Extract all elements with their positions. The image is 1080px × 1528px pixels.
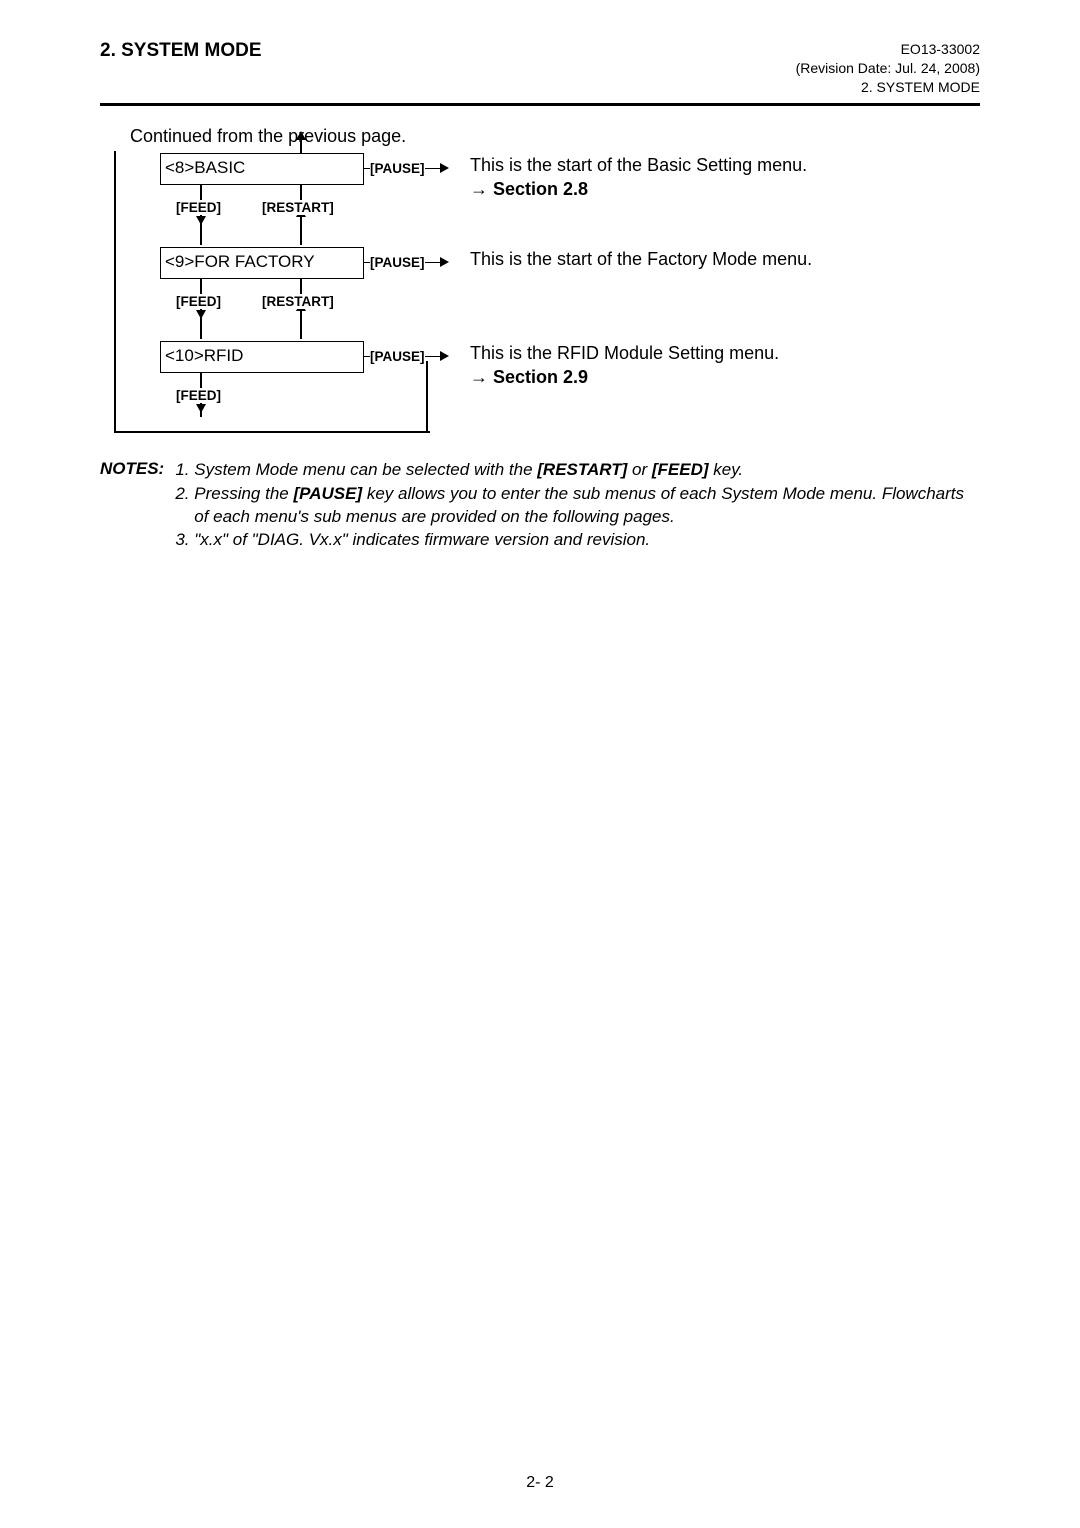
note-3: "x.x" of "DIAG. Vx.x" indicates firmware… xyxy=(194,529,980,552)
page-footer: 2- 2 xyxy=(0,1474,1080,1492)
box-rfid: <10>RFID xyxy=(160,341,364,373)
header-section: 2. SYSTEM MODE xyxy=(796,78,980,97)
flowchart: <8>BASIC [PAUSE] [FEED] [RESTART] This i… xyxy=(110,153,440,429)
step-basic: <8>BASIC [PAUSE] [FEED] [RESTART] This i… xyxy=(110,153,440,247)
box-basic: <8>BASIC xyxy=(160,153,364,185)
header-left: 2. SYSTEM MODE xyxy=(100,40,262,62)
desc-basic-section: Section 2.8 xyxy=(493,179,588,199)
restart-label: [RESTART] xyxy=(260,200,336,215)
desc-rfid-text: This is the RFID Module Setting menu. xyxy=(470,343,779,363)
page-header: 2. SYSTEM MODE EO13-33002 (Revision Date… xyxy=(100,40,980,106)
continued-text: Continued from the previous page. xyxy=(130,126,980,147)
notes-block: NOTES: System Mode menu can be selected … xyxy=(100,459,980,554)
pause-label: [PAUSE] xyxy=(370,161,425,176)
box-factory: <9>FOR FACTORY xyxy=(160,247,364,279)
restart-label: [RESTART] xyxy=(260,294,336,309)
feed-label: [FEED] xyxy=(174,294,223,309)
desc-factory: This is the start of the Factory Mode me… xyxy=(470,247,970,271)
desc-basic: This is the start of the Basic Setting m… xyxy=(470,153,970,202)
note-1: System Mode menu can be selected with th… xyxy=(194,459,980,482)
header-rev: (Revision Date: Jul. 24, 2008) xyxy=(796,59,980,78)
feed-label: [FEED] xyxy=(174,200,223,215)
note-2: Pressing the [PAUSE] key allows you to e… xyxy=(194,483,980,529)
notes-label: NOTES: xyxy=(100,459,170,554)
header-right: EO13-33002 (Revision Date: Jul. 24, 2008… xyxy=(796,40,980,97)
header-eo: EO13-33002 xyxy=(796,40,980,59)
step-rfid: <10>RFID [PAUSE] [FEED] This is the RFID… xyxy=(110,341,440,429)
step-factory: <9>FOR FACTORY [PAUSE] [FEED] [RESTART] … xyxy=(110,247,440,341)
desc-rfid: This is the RFID Module Setting menu. → … xyxy=(470,341,970,390)
pause-label: [PAUSE] xyxy=(370,255,425,270)
pause-label: [PAUSE] xyxy=(370,349,425,364)
desc-rfid-section: Section 2.9 xyxy=(493,367,588,387)
desc-factory-text: This is the start of the Factory Mode me… xyxy=(470,249,812,269)
desc-basic-text: This is the start of the Basic Setting m… xyxy=(470,155,807,175)
feed-label: [FEED] xyxy=(174,388,223,403)
